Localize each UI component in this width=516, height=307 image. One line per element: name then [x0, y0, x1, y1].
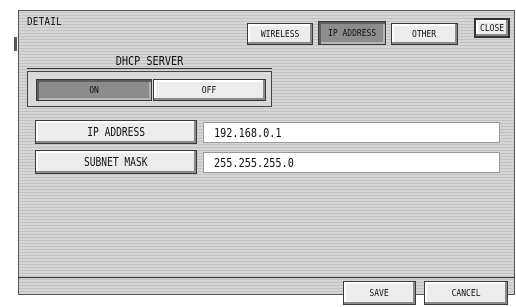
save-button-label: SAVE: [369, 287, 390, 299]
ip-address-field[interactable]: 192.168.0.1: [203, 122, 500, 143]
dhcp-divider: [27, 68, 272, 69]
save-button[interactable]: SAVE: [343, 281, 416, 305]
subnet-mask-button[interactable]: SUBNET MASK: [35, 150, 197, 174]
dhcp-off-label: OFF: [202, 84, 217, 96]
dhcp-on-button[interactable]: ON: [36, 79, 152, 101]
panel-title: DETAIL: [27, 15, 62, 28]
dhcp-server-label: DHCP SERVER: [115, 54, 184, 68]
close-button[interactable]: CLOSE: [474, 18, 510, 38]
tab-ip-address[interactable]: IP ADDRESS: [318, 21, 386, 45]
cancel-button-label: CANCEL: [451, 287, 481, 299]
ip-address-value: 192.168.0.1: [214, 125, 282, 140]
tab-ip-address-label: IP ADDRESS: [327, 27, 377, 39]
ip-address-label: IP ADDRESS: [87, 125, 145, 139]
ip-address-button[interactable]: IP ADDRESS: [35, 120, 197, 144]
tab-wireless[interactable]: WIRELESS: [247, 23, 313, 45]
close-button-label: CLOSE: [479, 22, 505, 34]
subnet-mask-field[interactable]: 255.255.255.0: [203, 152, 500, 173]
tab-wireless-label: WIRELESS: [260, 28, 300, 40]
dhcp-off-button[interactable]: OFF: [153, 79, 266, 101]
footer-divider: [18, 277, 515, 278]
subnet-mask-value: 255.255.255.0: [214, 155, 294, 170]
screen-edge-mark: [14, 37, 17, 51]
subnet-mask-label: SUBNET MASK: [84, 155, 148, 169]
tab-other[interactable]: OTHER: [391, 23, 458, 45]
cancel-button[interactable]: CANCEL: [424, 281, 508, 305]
dhcp-on-label: ON: [89, 84, 99, 96]
tab-other-label: OTHER: [412, 28, 437, 40]
